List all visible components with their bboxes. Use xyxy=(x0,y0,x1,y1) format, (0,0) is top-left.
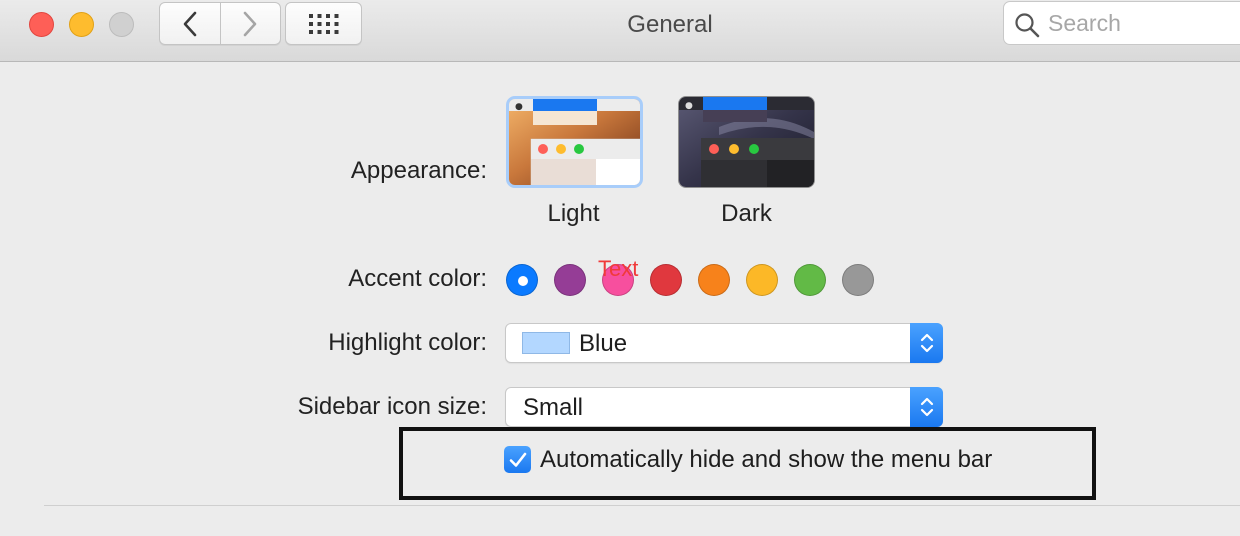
chevron-right-icon xyxy=(243,11,257,36)
accent-color-orange[interactable] xyxy=(698,264,730,296)
show-all-button[interactable] xyxy=(285,2,362,45)
window-title: General xyxy=(627,11,713,38)
up-down-chevron-icon xyxy=(920,333,933,353)
accent-color-graphite[interactable] xyxy=(842,264,874,296)
accent-color-red[interactable] xyxy=(650,264,682,296)
minimize-window-button[interactable] xyxy=(69,12,94,37)
close-window-button[interactable] xyxy=(29,12,54,37)
back-button[interactable] xyxy=(160,3,221,44)
highlight-color-swatch xyxy=(522,332,570,354)
accent-color-blue[interactable] xyxy=(506,264,538,296)
accent-color-green[interactable] xyxy=(794,264,826,296)
appearance-label: Appearance: xyxy=(350,157,487,184)
accent-color-yellow[interactable] xyxy=(746,264,778,296)
search-icon xyxy=(1015,13,1040,38)
chevron-left-icon xyxy=(183,11,197,36)
divider xyxy=(44,505,1240,506)
search-field[interactable] xyxy=(1003,1,1240,45)
title-bar: General xyxy=(0,0,1240,62)
checkmark-icon xyxy=(509,452,526,467)
dark-mode-preview: ● xyxy=(679,97,814,187)
menu-bar-checkbox[interactable] xyxy=(504,446,531,473)
appearance-light-thumbnail[interactable]: ● xyxy=(506,96,643,188)
popup-stepper[interactable] xyxy=(910,323,943,363)
selected-indicator xyxy=(518,276,528,286)
up-down-chevron-icon xyxy=(920,397,933,417)
search-input[interactable] xyxy=(1048,2,1238,44)
navigation-buttons xyxy=(159,2,281,45)
popup-stepper[interactable] xyxy=(910,387,943,427)
zoom-window-button[interactable] xyxy=(109,12,134,37)
grid-icon xyxy=(308,13,338,34)
highlight-color-value: Blue xyxy=(579,330,628,357)
appearance-dark-label[interactable]: Dark xyxy=(678,200,815,228)
sidebar-icon-size-value: Small xyxy=(523,394,584,421)
highlight-color-popup[interactable]: Blue xyxy=(505,323,943,363)
menu-bar-checkbox-label[interactable]: Automatically hide and show the menu bar xyxy=(540,446,992,474)
appearance-dark-thumbnail[interactable]: ● xyxy=(678,96,815,188)
sidebar-icon-size-label: Sidebar icon size: xyxy=(297,393,487,420)
light-mode-preview: ● xyxy=(509,99,640,185)
highlight-color-label: Highlight color: xyxy=(328,329,487,356)
svg-text:●: ● xyxy=(685,101,693,111)
accent-color-label: Accent color: xyxy=(348,265,487,292)
forward-button[interactable] xyxy=(220,3,280,44)
sidebar-icon-size-popup[interactable]: Small xyxy=(505,387,943,427)
accent-color-purple[interactable] xyxy=(554,264,586,296)
overlay-text: Text xyxy=(598,256,639,281)
svg-text:●: ● xyxy=(515,102,523,112)
appearance-light-label[interactable]: Light xyxy=(505,200,642,228)
